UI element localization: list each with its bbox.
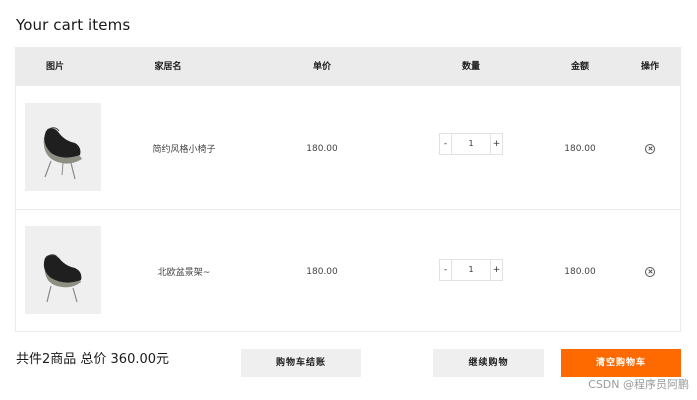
header-image: 图片 [45,62,64,72]
increment-button[interactable]: + [491,260,502,280]
header-price: 单价 [312,62,331,72]
header-name: 家居名 [154,62,182,72]
product-image[interactable] [25,103,101,191]
header-quantity: 数量 [461,62,480,72]
cart-table: 图片 家居名 单价 数量 金额 操作 简约风格小椅子 180.00 - 1 + … [15,47,681,332]
quantity-input[interactable]: 1 [451,134,491,154]
unit-price: 180.00 [306,143,338,154]
decrement-button[interactable]: - [440,134,451,154]
increment-button[interactable]: + [491,134,502,154]
quantity-stepper: - 1 + [439,259,503,281]
quantity-stepper: - 1 + [439,133,503,155]
header-operation: 操作 [640,62,659,72]
remove-item-icon[interactable] [645,143,655,154]
operation-cell [620,210,680,333]
table-row: 简约风格小椅子 180.00 - 1 + 180.00 [16,87,680,210]
cart-summary: 共件2商品 总价 360.00元 [16,352,170,367]
table-header: 图片 家居名 单价 数量 金额 操作 [16,48,680,86]
line-amount: 180.00 [564,266,596,277]
continue-shopping-button[interactable]: 继续购物 [433,349,544,377]
checkout-button[interactable]: 购物车结账 [241,349,361,377]
line-amount: 180.00 [564,143,596,154]
operation-cell [620,87,680,210]
unit-price: 180.00 [306,266,338,277]
page-title: Your cart items [16,16,131,34]
watermark: CSDN @程序员阿鹏 [588,378,689,391]
header-amount: 金额 [570,62,589,72]
decrement-button[interactable]: - [440,260,451,280]
remove-item-icon[interactable] [645,266,655,277]
table-row: 北欧盆景架~ 180.00 - 1 + 180.00 [16,210,680,333]
quantity-input[interactable]: 1 [451,260,491,280]
clear-cart-button[interactable]: 清空购物车 [561,349,681,377]
product-image[interactable] [25,226,101,314]
